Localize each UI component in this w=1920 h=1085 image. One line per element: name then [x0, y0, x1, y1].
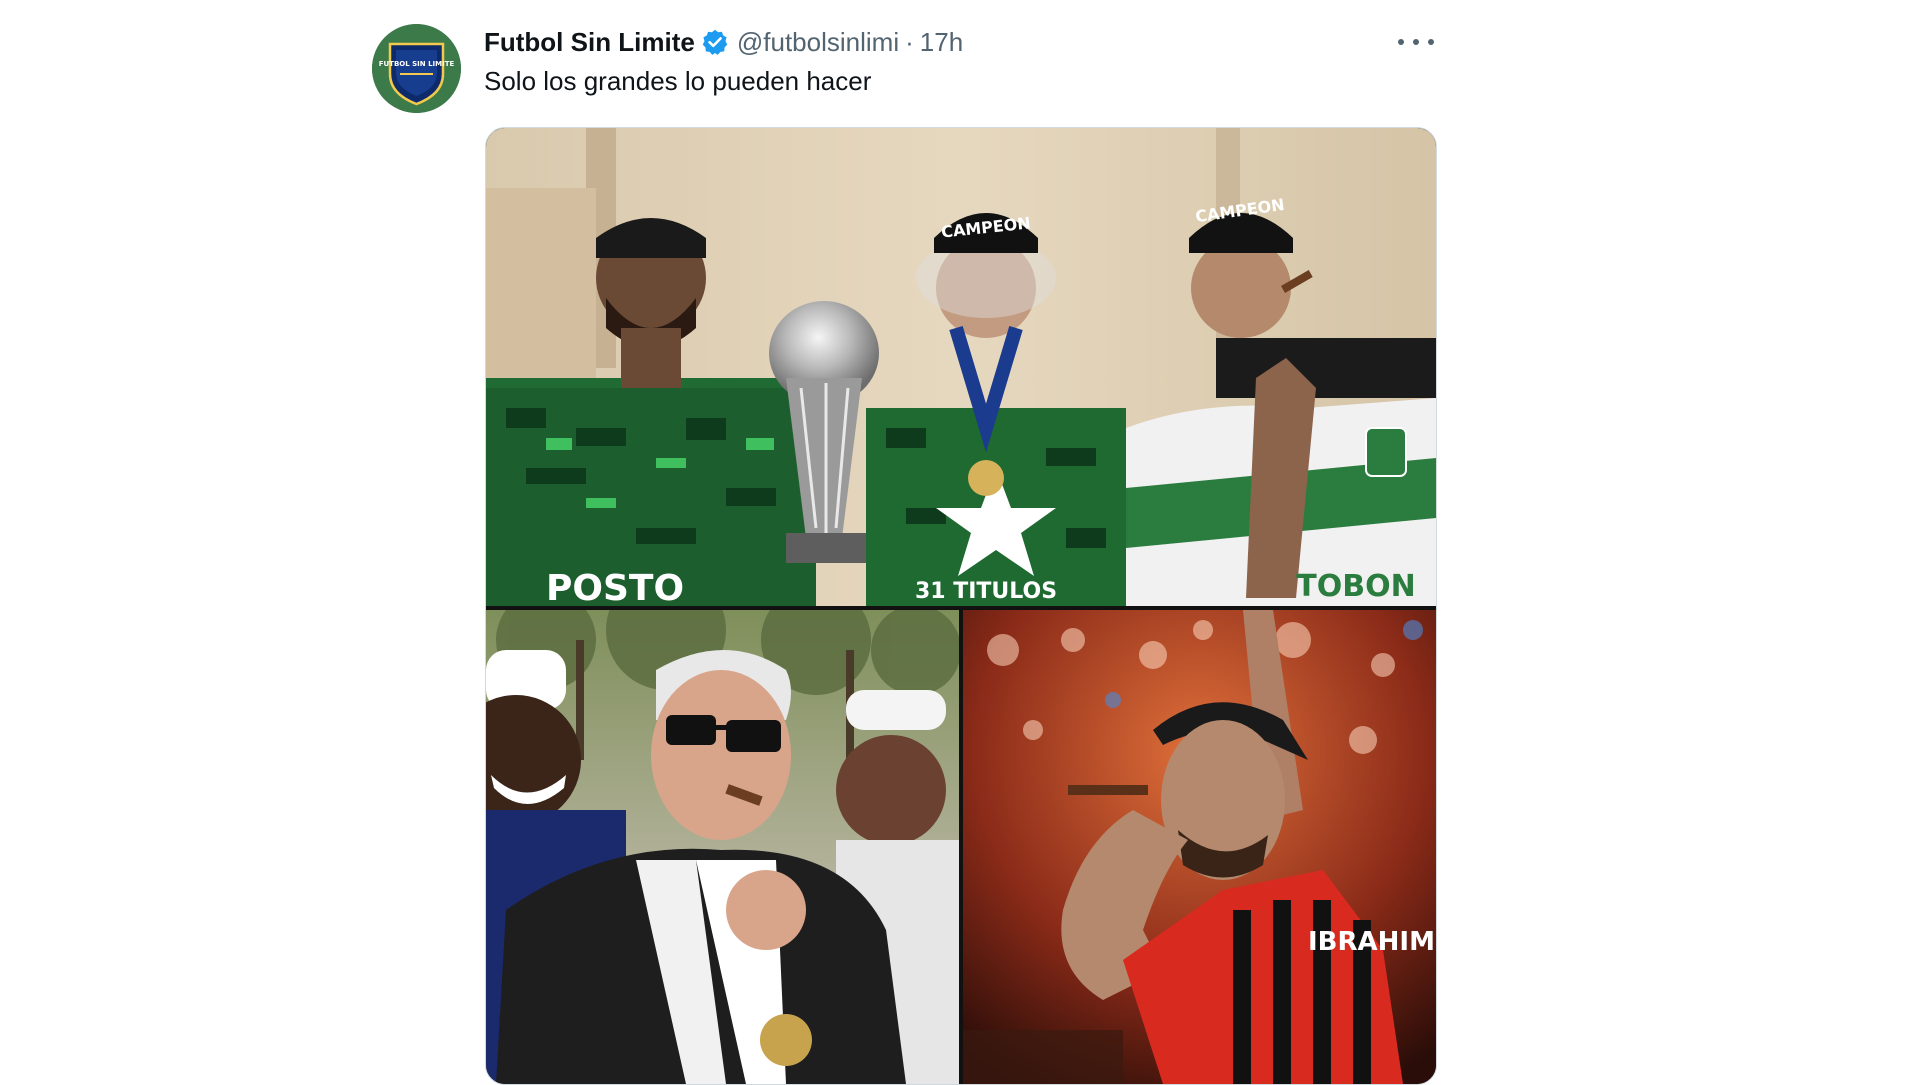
shirt-sponsor-right: TOBON	[1296, 569, 1415, 604]
tweet-media-grid: POSTO CAMPEON 31 TITULOS CAMPEON TOBON I…	[485, 127, 1437, 1085]
more-dot	[1398, 39, 1404, 45]
shield-logo-icon: FUTBOL SIN LIMITE	[372, 24, 461, 113]
photo-team-celebration[interactable]: POSTO CAMPEON 31 TITULOS CAMPEON TOBON	[486, 128, 1436, 606]
more-options-icon[interactable]	[1398, 30, 1434, 54]
shirt-text-center: 31 TITULOS	[915, 579, 1057, 604]
author-avatar[interactable]: FUTBOL SIN LIMITE	[372, 24, 461, 113]
shirt-name-text: IBRAHIM	[1308, 927, 1435, 957]
shirt-sponsor-left: POSTO	[546, 568, 684, 606]
tweet-text: Solo los grandes lo pueden hacer	[484, 66, 872, 96]
tweet-card[interactable]: FUTBOL SIN LIMITE Futbol Sin Limite @fut…	[372, 20, 1437, 1085]
photo-player-cigar[interactable]: IBRAHIM	[963, 610, 1436, 1084]
avatar-logo-text: FUTBOL SIN LIMITE	[379, 60, 455, 68]
more-dot	[1413, 39, 1419, 45]
author-name[interactable]: Futbol Sin Limite	[484, 27, 695, 58]
separator-dot: ·	[905, 26, 914, 57]
more-dot	[1428, 39, 1434, 45]
photo-coach-cigar[interactable]	[486, 610, 959, 1084]
tweet-header: Futbol Sin Limite @futbolsinlimi · 17h	[484, 26, 963, 58]
tweet-timestamp[interactable]: 17h	[920, 27, 963, 58]
author-handle[interactable]: @futbolsinlimi	[737, 27, 899, 58]
verified-badge-icon	[701, 28, 729, 56]
